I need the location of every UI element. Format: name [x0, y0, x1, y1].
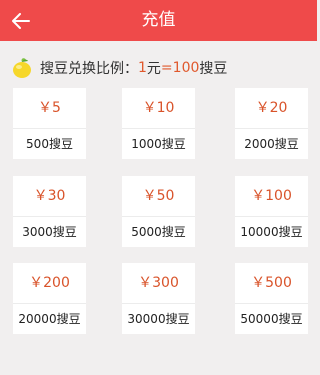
rate-yuan-unit: 元	[146, 61, 161, 77]
exchange-rate: 搜豆兑换比例： 1 元 = 100 搜豆	[10, 55, 227, 81]
rate-label: 搜豆兑换比例：	[40, 61, 138, 77]
package-beans: 10000搜豆	[240, 225, 303, 239]
rate-bean-amount: 100	[172, 60, 200, 76]
package-price: ￥200	[29, 275, 70, 291]
package-card-500[interactable]: ￥500 50000搜豆	[235, 263, 308, 334]
rate-equals: =	[160, 60, 173, 76]
package-card-20[interactable]: ￥20 2000搜豆	[235, 88, 308, 159]
package-price: ￥300	[138, 275, 179, 291]
app-header: 充值	[0, 0, 317, 41]
package-beans: 500搜豆	[26, 137, 73, 151]
package-card-5[interactable]: ￥5 500搜豆	[13, 88, 86, 159]
package-card-100[interactable]: ￥100 10000搜豆	[235, 176, 308, 247]
package-card-30[interactable]: ￥30 3000搜豆	[13, 176, 86, 247]
package-price: ￥10	[142, 100, 175, 116]
page-title: 充值	[141, 10, 176, 30]
package-card-300[interactable]: ￥300 30000搜豆	[122, 263, 195, 334]
package-beans: 1000搜豆	[131, 137, 186, 151]
package-beans: 50000搜豆	[240, 312, 303, 326]
rate-yuan-amount: 1	[138, 60, 147, 76]
package-price: ￥500	[251, 275, 292, 291]
package-beans: 2000搜豆	[244, 137, 299, 151]
package-price: ￥50	[142, 188, 175, 204]
package-beans: 3000搜豆	[22, 225, 77, 239]
lemon-icon	[13, 58, 31, 78]
package-price: ￥30	[33, 188, 66, 204]
package-card-50[interactable]: ￥50 5000搜豆	[122, 176, 195, 247]
package-card-10[interactable]: ￥10 1000搜豆	[122, 88, 195, 159]
package-price: ￥100	[251, 188, 292, 204]
package-beans: 5000搜豆	[131, 225, 186, 239]
package-card-200[interactable]: ￥200 20000搜豆	[13, 263, 86, 334]
rate-bean-unit: 搜豆	[199, 61, 228, 77]
package-beans: 30000搜豆	[127, 312, 190, 326]
package-price: ￥20	[255, 100, 288, 116]
package-price: ￥5	[38, 100, 61, 116]
package-beans: 20000搜豆	[18, 312, 81, 326]
